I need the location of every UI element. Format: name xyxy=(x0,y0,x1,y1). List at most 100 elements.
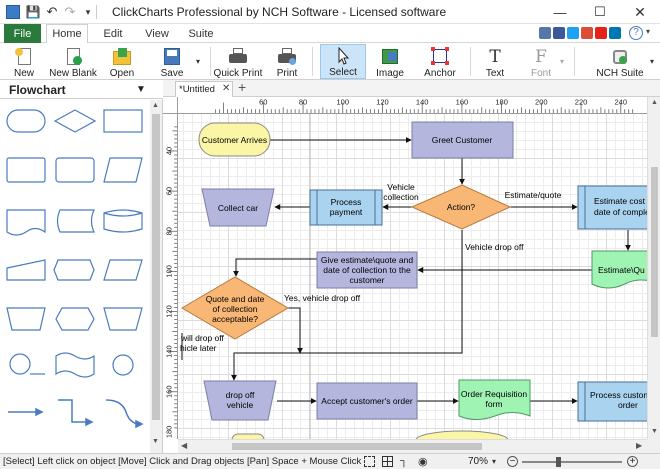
help-dropdown-icon[interactable]: ▾ xyxy=(646,27,650,36)
grid-icon[interactable] xyxy=(382,456,393,467)
undo-icon[interactable]: ↶ xyxy=(44,4,60,20)
shape-diamond[interactable] xyxy=(53,109,97,133)
shape-circle[interactable] xyxy=(112,354,134,376)
process-payment-label-1: Process xyxy=(331,197,362,207)
shape-parallelogram-2[interactable] xyxy=(103,259,143,281)
new-blank-button[interactable]: New Blank xyxy=(49,44,97,79)
process-customer-order-label-2: order xyxy=(618,400,638,410)
shape-arrow-step[interactable] xyxy=(58,399,90,423)
customize-dropdown-icon[interactable]: ▾ xyxy=(80,4,96,20)
give-estimate-label-2: date of collection to the xyxy=(323,265,411,275)
anchor-icon xyxy=(430,47,450,66)
close-tab-icon[interactable]: ✕ xyxy=(222,83,230,94)
shape-rounded-rect[interactable] xyxy=(6,109,46,133)
window-title: ClickCharts Professional by NCH Software… xyxy=(112,5,447,19)
scroll-right-icon[interactable]: ▶ xyxy=(636,441,642,450)
shape-preparation[interactable] xyxy=(55,307,95,331)
maximize-button[interactable]: ☐ xyxy=(580,0,620,24)
zoom-slider[interactable] xyxy=(522,461,622,463)
action-label: Action? xyxy=(447,202,476,212)
tab-edit[interactable]: Edit xyxy=(94,24,132,43)
nch-suite-button[interactable]: NCH Suite xyxy=(596,44,644,79)
canvas-vertical-scrollbar[interactable]: ▲ ▼ xyxy=(647,97,660,439)
canvas-horizontal-scrollbar[interactable]: ◀ ▶ xyxy=(178,439,647,453)
select-button[interactable]: Select xyxy=(320,44,366,79)
zoom-dropdown-icon[interactable]: ▾ xyxy=(492,457,496,466)
tab-suite[interactable]: Suite xyxy=(182,24,220,43)
zoom-in-icon[interactable]: + xyxy=(627,456,638,467)
shape-alternate-process[interactable] xyxy=(53,259,95,281)
shape-cylinder[interactable] xyxy=(103,209,143,233)
quick-print-button[interactable]: Quick Print xyxy=(214,44,262,79)
shape-rectangle[interactable] xyxy=(103,109,143,133)
shape-bottom-partial[interactable] xyxy=(415,430,509,439)
zoom-slider-thumb[interactable] xyxy=(556,457,561,467)
shape-library-header[interactable]: Flowchart ▼ xyxy=(0,80,163,99)
estimate-cost-label-2: date of comple xyxy=(594,207,647,217)
label-vehicle-collection-1: Vehicle xyxy=(387,182,415,192)
shape-document[interactable] xyxy=(55,157,95,183)
shape-arrow-curve[interactable] xyxy=(105,399,141,425)
tab-home[interactable]: Home xyxy=(46,24,88,43)
twitter-icon[interactable] xyxy=(567,27,579,39)
scroll-thumb[interactable] xyxy=(152,114,160,420)
scroll-left-icon[interactable]: ◀ xyxy=(181,441,187,450)
like-icon[interactable] xyxy=(539,27,551,39)
add-tab-icon[interactable]: + xyxy=(238,79,246,95)
anchor-button[interactable]: Anchor xyxy=(420,44,460,79)
redo-icon[interactable]: ↷ xyxy=(62,4,78,20)
scroll-up-icon[interactable]: ▲ xyxy=(152,102,159,109)
label-will-drop-off-2: hicle later xyxy=(180,343,217,353)
close-button[interactable]: ✕ xyxy=(620,0,660,24)
document-tab-label: *Untitled xyxy=(179,84,215,95)
help-icon[interactable]: ? xyxy=(629,26,643,40)
ruler-label: 80 xyxy=(164,227,173,235)
youtube-icon[interactable] xyxy=(595,27,607,39)
text-button[interactable]: T Text xyxy=(478,44,512,79)
shape-manual-input[interactable] xyxy=(6,259,46,281)
scroll-down-icon[interactable]: ▼ xyxy=(651,428,658,435)
facebook-icon[interactable] xyxy=(553,27,565,39)
image-button[interactable]: Image xyxy=(372,44,408,79)
fit-page-icon[interactable] xyxy=(364,456,375,467)
shape-library-title: Flowchart xyxy=(9,83,66,97)
google-plus-icon[interactable] xyxy=(581,27,593,39)
document-tab[interactable]: *Untitled ✕ xyxy=(175,81,233,97)
shape-manual-operation[interactable] xyxy=(6,307,46,331)
save-button[interactable]: Save xyxy=(154,44,190,79)
scroll-thumb[interactable] xyxy=(651,167,658,337)
connector[interactable] xyxy=(287,307,303,354)
open-button[interactable]: Open xyxy=(104,44,140,79)
shape-library-scrollbar[interactable]: ▲ ▼ xyxy=(150,100,162,455)
scroll-down-icon[interactable]: ▼ xyxy=(152,438,159,445)
library-dropdown-icon[interactable]: ▼ xyxy=(136,84,146,95)
tab-view[interactable]: View xyxy=(138,24,176,43)
new-button[interactable]: New xyxy=(6,44,42,79)
diagram-canvas[interactable]: Customer Arrives Greet Customer Collect … xyxy=(178,114,647,439)
save-quick-icon[interactable]: 💾 xyxy=(25,4,41,20)
print-button[interactable]: Print xyxy=(270,44,304,79)
shape-stored-data[interactable] xyxy=(56,209,95,233)
zoom-out-icon[interactable]: − xyxy=(507,456,518,467)
connector[interactable] xyxy=(233,258,317,277)
scroll-up-icon[interactable]: ▲ xyxy=(651,99,658,106)
tab-file[interactable]: File xyxy=(4,24,41,43)
shape-delay-circle[interactable] xyxy=(9,353,31,375)
minimize-button[interactable]: — xyxy=(540,0,580,24)
preview-eye-icon[interactable]: ◉ xyxy=(418,455,428,468)
shape-trapezoid[interactable] xyxy=(103,307,143,331)
new-icon xyxy=(14,48,34,66)
shape-wave-doc[interactable] xyxy=(6,209,46,236)
shape-parallelogram[interactable] xyxy=(103,157,143,183)
shape-wave[interactable] xyxy=(55,352,95,378)
connector-tool-icon[interactable]: ┐ xyxy=(400,455,408,467)
ruler-label: 120 xyxy=(164,305,173,317)
save-dropdown-icon[interactable]: ▾ xyxy=(196,57,200,66)
print-icon xyxy=(277,48,297,66)
linkedin-icon[interactable] xyxy=(609,27,621,39)
customer-arrives-label: Customer Arrives xyxy=(202,135,267,145)
ribbon-dropdown-icon[interactable]: ▾ xyxy=(650,57,654,66)
scroll-thumb[interactable] xyxy=(232,443,482,450)
shape-rounded-square[interactable] xyxy=(6,157,46,183)
ruler-label: 180 xyxy=(495,98,508,107)
